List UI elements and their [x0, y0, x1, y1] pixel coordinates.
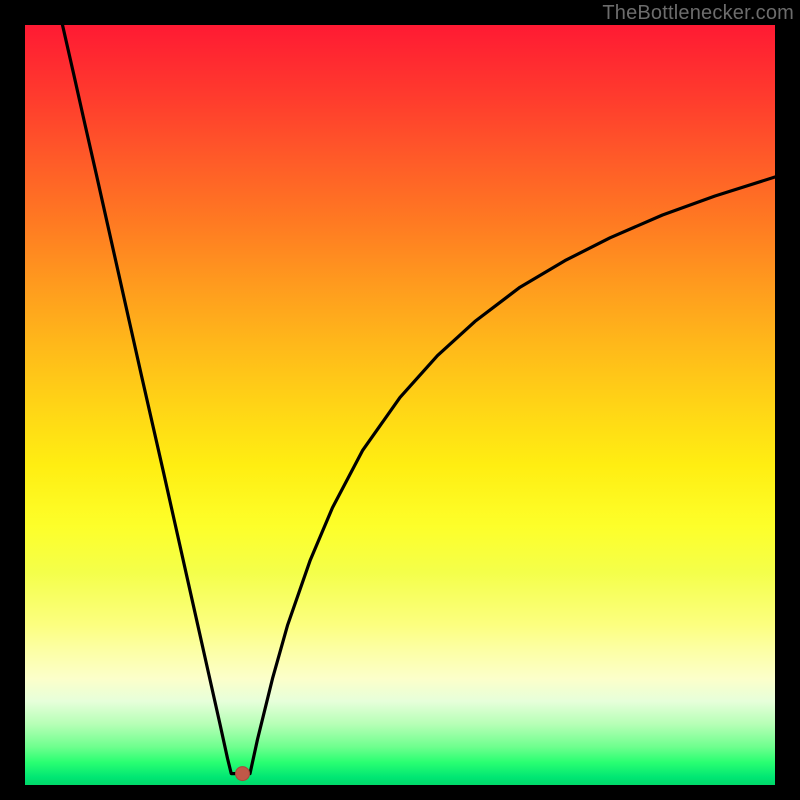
- bottleneck-curve: [63, 25, 776, 774]
- chart-frame: [25, 25, 775, 785]
- attribution-label: TheBottlenecker.com: [602, 2, 794, 25]
- chart-svg: [25, 25, 775, 785]
- minimum-marker: [236, 767, 250, 781]
